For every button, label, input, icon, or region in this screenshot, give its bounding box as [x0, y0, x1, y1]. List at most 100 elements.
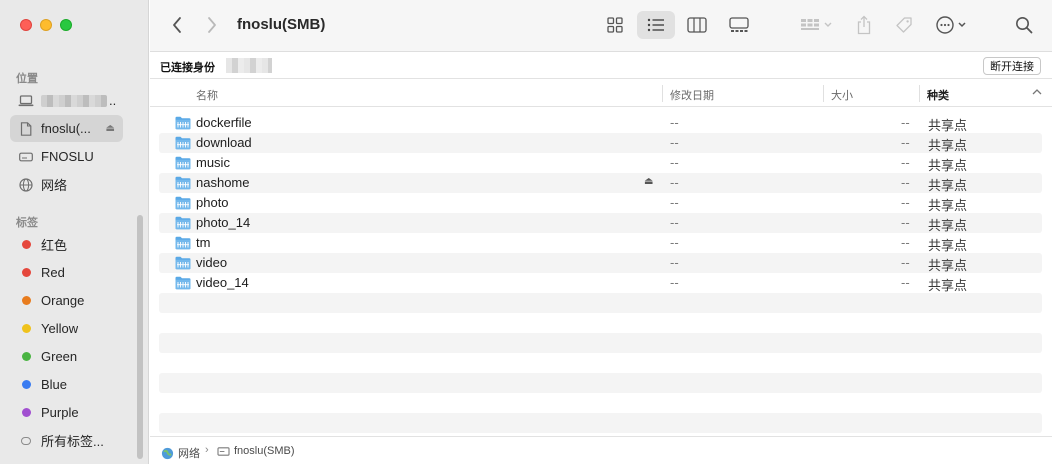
- file-kind: 共享点: [928, 218, 968, 233]
- file-row[interactable]: dockerfile -- -- 共享点: [159, 113, 1042, 133]
- file-name: video: [196, 255, 228, 270]
- group-icon: [801, 19, 832, 30]
- file-kind: 共享点: [928, 258, 968, 273]
- tag-dot: [21, 240, 31, 249]
- tag-dot: [21, 268, 31, 277]
- file-name: tm: [196, 235, 211, 250]
- file-name: music: [196, 155, 230, 170]
- tag-color-dot-icon: [18, 240, 34, 249]
- shared-folder-icon: [175, 276, 191, 290]
- file-kind: 共享点: [928, 118, 968, 133]
- column-divider[interactable]: [919, 85, 920, 102]
- column-header-kind[interactable]: 种类: [927, 87, 949, 103]
- server-icon: [217, 446, 230, 456]
- obscured-computer-name: [41, 94, 107, 107]
- column-header-date[interactable]: 修改日期: [670, 87, 714, 103]
- file-modified-date: --: [670, 255, 679, 270]
- path-item-label: 网络: [178, 448, 200, 460]
- sidebar-tag-item[interactable]: Purple: [10, 399, 123, 426]
- column-divider[interactable]: [823, 85, 824, 102]
- globe-icon: [161, 447, 174, 459]
- toolbar: fnoslu(SMB): [150, 0, 1052, 52]
- file-row[interactable]: music -- -- 共享点: [159, 153, 1042, 173]
- sidebar-item-fnoslu-drive[interactable]: FNOSLU: [10, 143, 123, 170]
- icon-view-button[interactable]: [598, 11, 632, 39]
- sidebar-tag-item[interactable]: Red: [10, 259, 123, 286]
- sidebar-tag-item[interactable]: Orange: [10, 287, 123, 314]
- file-row[interactable]: tm -- -- 共享点: [159, 233, 1042, 253]
- sidebar-section-tags: 标签: [16, 217, 38, 229]
- path-separator: ›: [205, 444, 209, 456]
- file-kind: 共享点: [928, 198, 968, 213]
- sidebar-scrollbar[interactable]: [137, 215, 143, 459]
- sidebar-tag-item[interactable]: 所有标签...: [10, 427, 123, 454]
- close-window-button[interactable]: [20, 19, 32, 31]
- sidebar-tag-label: Yellow: [41, 321, 79, 336]
- file-row[interactable]: video_14 -- -- 共享点: [159, 273, 1042, 293]
- sidebar-tag-item[interactable]: Green: [10, 343, 123, 370]
- all-tags-icon: [18, 436, 34, 445]
- chevron-right-icon: [208, 17, 216, 33]
- search-button[interactable]: [1010, 11, 1038, 39]
- tag-color-dot-icon: [18, 380, 34, 389]
- file-name: dockerfile: [196, 115, 252, 130]
- tag-dot: [21, 296, 31, 305]
- column-divider[interactable]: [662, 85, 663, 102]
- more-actions-button[interactable]: [932, 11, 972, 39]
- sidebar-tag-label: Purple: [41, 405, 79, 420]
- empty-list-row: [159, 333, 1042, 353]
- shared-folder-icon: [175, 196, 191, 210]
- eject-icon[interactable]: ⏏: [106, 123, 115, 134]
- file-row[interactable]: nashome ⏏ -- -- 共享点: [159, 173, 1042, 193]
- file-row[interactable]: photo -- -- 共享点: [159, 193, 1042, 213]
- file-size: --: [901, 215, 910, 230]
- shared-folder-icon: [175, 156, 191, 170]
- file-modified-date: --: [670, 215, 679, 230]
- empty-list-row: [159, 293, 1042, 313]
- globe-icon: [18, 177, 34, 192]
- forward-button[interactable]: [200, 13, 224, 37]
- sidebar-item-fnoslu-smb[interactable]: fnoslu(... ⏏: [10, 115, 123, 142]
- list-view-button[interactable]: [637, 11, 675, 39]
- group-button[interactable]: [795, 11, 837, 39]
- empty-list-row: [159, 313, 1042, 333]
- file-modified-date: --: [670, 155, 679, 170]
- column-view-button[interactable]: [680, 11, 714, 39]
- sidebar-tag-item[interactable]: 红色: [10, 231, 123, 258]
- tag-button[interactable]: [890, 11, 918, 39]
- shared-folder-icon: [175, 176, 191, 190]
- gallery-icon: [729, 17, 749, 32]
- path-item-network[interactable]: 网络: [161, 445, 200, 461]
- file-row[interactable]: video -- -- 共享点: [159, 253, 1042, 273]
- sidebar-tag-item[interactable]: Yellow: [10, 315, 123, 342]
- connected-as-label: 已连接身份: [160, 62, 215, 74]
- sidebar-item-network[interactable]: 网络: [10, 171, 123, 198]
- disconnect-button[interactable]: 断开连接: [983, 57, 1041, 75]
- column-header-name[interactable]: 名称: [196, 87, 218, 103]
- file-size: --: [901, 195, 910, 210]
- share-icon: [857, 15, 871, 35]
- sidebar-tag-label: Green: [41, 349, 78, 364]
- back-button[interactable]: [165, 13, 189, 37]
- file-row[interactable]: photo_14 -- -- 共享点: [159, 213, 1042, 233]
- document-icon: [18, 121, 34, 136]
- sidebar-tag-item[interactable]: Blue: [10, 371, 123, 398]
- path-item-fnoslu-smb[interactable]: fnoslu(SMB): [217, 445, 295, 457]
- eject-icon[interactable]: ⏏: [644, 176, 653, 187]
- shared-folder-icon: [175, 116, 191, 130]
- tag-icon: [896, 17, 912, 33]
- share-button[interactable]: [850, 11, 878, 39]
- file-size: --: [901, 235, 910, 250]
- file-modified-date: --: [670, 135, 679, 150]
- column-header-size[interactable]: 大小: [831, 87, 853, 103]
- zoom-window-button[interactable]: [60, 19, 72, 31]
- gallery-view-button[interactable]: [722, 11, 756, 39]
- file-name: nashome: [196, 175, 250, 190]
- sidebar-item-label: fnoslu(...: [41, 121, 91, 136]
- chevron-left-icon: [173, 17, 181, 33]
- minimize-window-button[interactable]: [40, 19, 52, 31]
- file-size: --: [901, 155, 910, 170]
- file-row[interactable]: download -- -- 共享点: [159, 133, 1042, 153]
- file-kind: 共享点: [928, 278, 968, 293]
- sidebar-item-computer[interactable]: ..: [10, 87, 123, 114]
